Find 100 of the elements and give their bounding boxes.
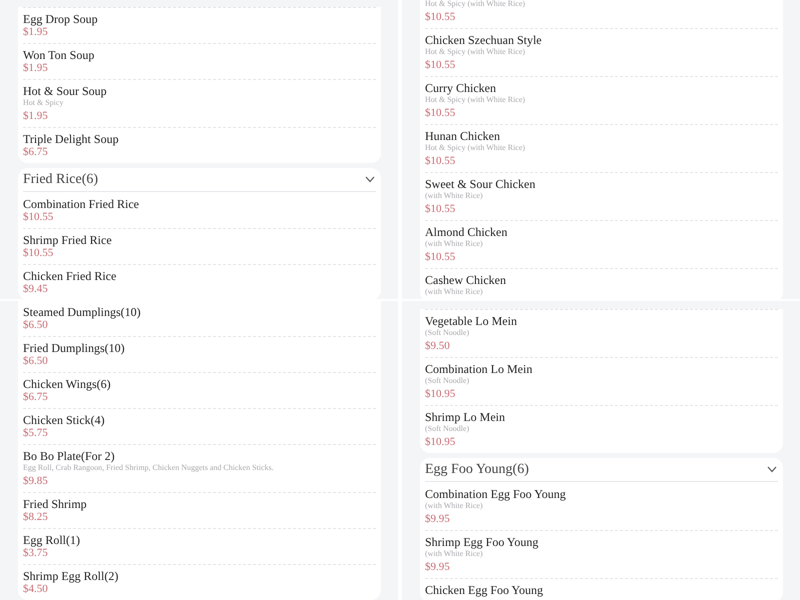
item-name: Shrimp Egg Foo Young: [425, 535, 538, 549]
item-price: $6.50: [23, 319, 48, 331]
item-description: (Soft Noodle): [425, 376, 470, 386]
menu-item[interactable]: Combination Egg Foo Young (with White Rice) $9.95: [425, 482, 778, 530]
item-name: Chicken Fried Rice: [23, 269, 116, 283]
item-name: Vegetable Lo Mein: [425, 314, 517, 328]
item-description: Egg Roll, Crab Rangoon, Fried Shrimp, Chicken Nuggets and Chicken Sticks.: [23, 463, 274, 473]
menu-item[interactable]: Shrimp Lo Mein (Soft Noodle) $10.95: [425, 405, 778, 453]
category-header[interactable]: Fried Rice(6): [23, 168, 376, 192]
item-name: Curry Chicken: [425, 81, 496, 95]
item-price: $10.95: [425, 388, 456, 400]
item-price: $9.95: [425, 561, 450, 573]
item-price: $10.95: [425, 436, 456, 448]
item-price: $10.55: [425, 155, 456, 167]
item-description: Hot & Spicy (with White Rice): [425, 143, 526, 153]
item-price: $10.55: [425, 11, 456, 23]
item-price: $10.55: [425, 107, 456, 119]
item-description: Hot & Spicy (with White Rice): [425, 47, 526, 57]
item-price: $8.25: [23, 511, 48, 523]
item-name: Sweet & Sour Chicken: [425, 177, 536, 191]
menu-item[interactable]: Triple Delight Soup $6.75: [23, 127, 376, 163]
item-price: $10.55: [23, 247, 54, 259]
item-name: Bo Bo Plate(For 2): [23, 449, 115, 463]
menu-item[interactable]: Shrimp Fried Rice $10.55: [23, 228, 376, 264]
menu-item[interactable]: Egg Drop Soup $1.95: [23, 7, 376, 43]
item-description: (with White Rice): [425, 191, 483, 201]
item-name: Fried Dumplings(10): [23, 341, 125, 355]
item-description: (with White Rice): [425, 549, 483, 559]
menu-item[interactable]: Combination Fried Rice $10.55: [23, 192, 376, 228]
menu-item[interactable]: Chicken Stick(4) $5.75: [23, 408, 376, 444]
item-description: (Soft Noodle): [425, 424, 470, 434]
menu-item[interactable]: Shrimp Egg Roll(2) $4.50: [23, 564, 376, 600]
category-title: Fried Rice(6): [23, 172, 98, 188]
menu-item[interactable]: Hot & Sour Soup Hot & Spicy $1.95: [23, 79, 376, 127]
item-name: Chicken Egg Foo Young: [425, 583, 544, 597]
item-name: Won Ton Soup: [23, 48, 94, 62]
item-description: Hot & Spicy: [23, 98, 64, 108]
item-price: $9.85: [23, 475, 48, 487]
item-name: Hunan Chicken: [425, 129, 500, 143]
item-price: $6.50: [23, 355, 48, 367]
item-price: $10.55: [425, 59, 456, 71]
item-price: $1.95: [23, 110, 48, 122]
item-price: $6.75: [23, 146, 48, 158]
item-name: Almond Chicken: [425, 225, 508, 239]
menu-item[interactable]: Shrimp Egg Foo Young (with White Rice) $9.95: [425, 530, 778, 578]
item-price: $10.55: [425, 251, 456, 263]
item-price: $1.95: [23, 26, 48, 38]
menu-item[interactable]: Chicken Egg Foo Young: [425, 578, 778, 600]
item-price: $9.95: [425, 513, 450, 525]
menu-item[interactable]: Fried Shrimp $8.25: [23, 492, 376, 528]
item-name: Shrimp Egg Roll(2): [23, 569, 118, 583]
item-price: $10.55: [425, 203, 456, 215]
item-description: (with White Rice): [425, 287, 483, 297]
category-header[interactable]: Egg Foo Young(6): [425, 458, 778, 482]
item-name: Triple Delight Soup: [23, 132, 119, 146]
item-description: (Soft Noodle): [425, 328, 470, 338]
item-price: $4.50: [23, 583, 48, 595]
item-description: Hot & Spicy (with White Rice): [425, 95, 526, 105]
chevron-icon[interactable]: [365, 176, 375, 183]
item-price: $10.55: [23, 211, 54, 223]
item-description: (with White Rice): [425, 501, 483, 511]
menu-item[interactable]: Sweet & Sour Chicken (with White Rice) $10.55: [425, 172, 778, 220]
item-price: $6.75: [23, 391, 48, 403]
item-description: Hot & Spicy (with White Rice): [425, 0, 526, 9]
item-name: Shrimp Fried Rice: [23, 233, 112, 247]
item-price: $9.45: [23, 283, 48, 295]
menu-item[interactable]: Hot & Spicy (with White Rice) $10.55: [425, 0, 778, 28]
item-name: Combination Egg Foo Young: [425, 487, 566, 501]
item-name: Fried Shrimp: [23, 497, 87, 511]
item-name: Steamed Dumplings(10): [23, 305, 141, 319]
menu-item[interactable]: Chicken Fried Rice $9.45: [23, 264, 376, 299]
item-name: Chicken Stick(4): [23, 413, 105, 427]
item-price: $5.75: [23, 427, 48, 439]
menu-item[interactable]: Egg Roll(1) $3.75: [23, 528, 376, 564]
menu-item[interactable]: Hunan Chicken Hot & Spicy (with White Rice) $10.55: [425, 124, 778, 172]
menu-item[interactable]: Chicken Szechuan Style Hot & Spicy (with White Rice) $10.55: [425, 28, 778, 76]
item-description: (with White Rice): [425, 239, 483, 249]
item-name: Cashew Chicken: [425, 273, 506, 287]
chevron-icon[interactable]: [767, 466, 777, 473]
menu-item[interactable]: Chicken Wings(6) $6.75: [23, 372, 376, 408]
menu-item[interactable]: Steamed Dumplings(10) $6.50: [23, 301, 376, 336]
item-name: Chicken Wings(6): [23, 377, 111, 391]
menu-item[interactable]: Combination Lo Mein (Soft Noodle) $10.95: [425, 357, 778, 405]
item-name: Chicken Szechuan Style: [425, 33, 542, 47]
category-title: Egg Foo Young(6): [425, 462, 529, 478]
menu-item[interactable]: Bo Bo Plate(For 2) Egg Roll, Crab Rangoon, Fried Shrimp, Chicken Nuggets and Chicken Sticks. $9.85: [23, 444, 376, 492]
item-name: Hot & Sour Soup: [23, 84, 107, 98]
item-name: Shrimp Lo Mein: [425, 410, 505, 424]
menu-item[interactable]: Fried Dumplings(10) $6.50: [23, 336, 376, 372]
item-price: $3.75: [23, 547, 48, 559]
menu-item[interactable]: Vegetable Lo Mein (Soft Noodle) $9.50: [425, 309, 778, 357]
item-price: $9.50: [425, 340, 450, 352]
item-name: Combination Lo Mein: [425, 362, 532, 376]
item-price: $1.95: [23, 62, 48, 74]
item-name: Egg Roll(1): [23, 533, 80, 547]
menu-item[interactable]: Won Ton Soup $1.95: [23, 43, 376, 79]
item-name: Combination Fried Rice: [23, 197, 139, 211]
menu-item[interactable]: Almond Chicken (with White Rice) $10.55: [425, 220, 778, 268]
menu-item[interactable]: Curry Chicken Hot & Spicy (with White Rice) $10.55: [425, 76, 778, 124]
item-name: Egg Drop Soup: [23, 12, 98, 26]
